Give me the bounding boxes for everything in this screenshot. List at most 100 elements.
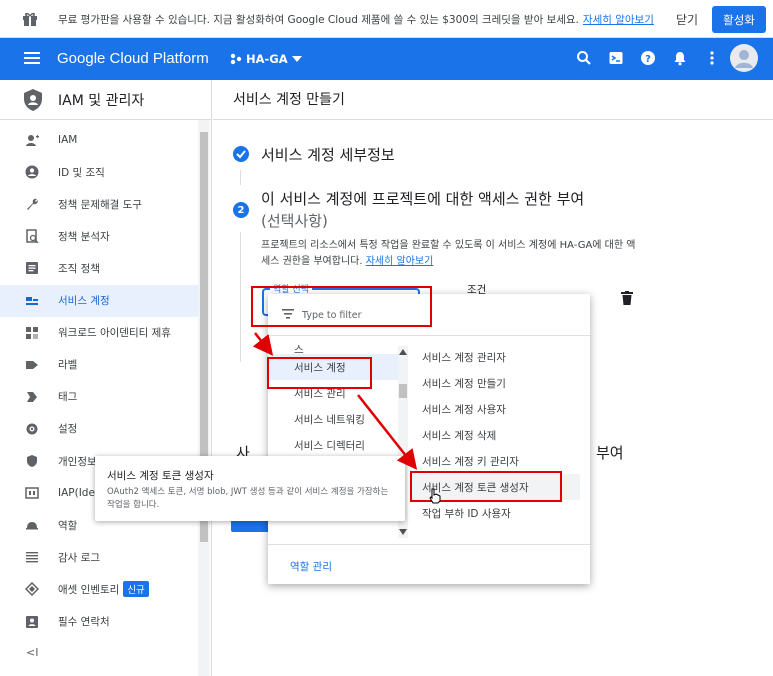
collapse-sidebar-icon[interactable]: <I: [26, 646, 38, 659]
banner-learn-more-link[interactable]: 자세히 알아보기: [583, 14, 654, 26]
gift-icon: [23, 12, 37, 26]
sidebar-item-label: 개인정보: [58, 455, 97, 468]
sidebar-header: IAM 및 관리자: [0, 80, 212, 120]
scroll-down-icon[interactable]: [399, 529, 407, 535]
sidebar-item[interactable]: 정책 문제해결 도구: [0, 188, 198, 220]
lines-icon: [26, 552, 38, 563]
activate-button[interactable]: 활성화: [712, 6, 766, 33]
shield-icon: [24, 89, 42, 111]
sidebar-item-label: IAP(Ider: [58, 487, 100, 500]
cloud-shell-icon[interactable]: [608, 50, 624, 66]
app-bar: Google Cloud Platform HA-GA ?: [0, 38, 773, 80]
sidebar-item-label: ID 및 조직: [58, 166, 105, 179]
sidebar: IAM 및 관리자 IAM ID 및 조직정책 문제해결 도구정책 분석자조직 정…: [0, 80, 212, 676]
stepper-line: [240, 170, 241, 185]
label-icon: [26, 360, 38, 369]
grid-icon: [26, 326, 38, 339]
app-title[interactable]: Google Cloud Platform: [57, 50, 209, 67]
sidebar-item[interactable]: ID 및 조직: [0, 156, 198, 188]
svg-text:?: ?: [645, 54, 651, 65]
shield-icon: [27, 455, 37, 467]
sidebar-item-label: 필수 연락처: [58, 616, 110, 628]
policy-search-icon: [26, 229, 39, 244]
annotation-box-role-select: [251, 286, 432, 327]
project-selector[interactable]: HA-GA: [230, 52, 302, 66]
category-scrollbar-thumb[interactable]: [399, 384, 407, 398]
sidebar-item[interactable]: 설정: [0, 413, 198, 445]
trash-icon[interactable]: [621, 291, 633, 305]
sidebar-item[interactable]: 라벨: [0, 349, 198, 381]
sidebar-item-label: 역할: [58, 519, 78, 532]
banner-close-button[interactable]: 닫기: [676, 11, 698, 28]
sidebar-item[interactable]: IAM: [0, 124, 198, 156]
account-circle-icon: [25, 165, 39, 179]
scroll-up-icon[interactable]: [399, 349, 407, 355]
sidebar-item-label: 워크로드 아이덴티티 제휴: [58, 327, 171, 340]
banner-message: 무료 평가판을 사용할 수 있습니다. 지금 활성화하여 Google Clou…: [58, 14, 654, 26]
role-item[interactable]: 서비스 계정 만들기: [410, 370, 580, 396]
step-1-title: 서비스 계정 세부정보: [261, 146, 395, 164]
role-dropdown-panel: Type to filter 스 서비스 계정 서비스 관리 서비스 네트워킹 서비스 …: [268, 294, 590, 584]
sidebar-item[interactable]: 애셋 인벤토리 신규: [0, 573, 198, 605]
sidebar-item-label: 감사 로그: [58, 551, 100, 564]
step-2-title: 이 서비스 계정에 프로젝트에 대한 액세스 권한 부여: [261, 190, 585, 208]
page-title: 서비스 계정 만들기: [233, 92, 345, 108]
tooltip-description: OAuth2 액세스 토큰, 서명 blob, JWT 생성 등과 같이 서비스…: [107, 487, 389, 510]
sidebar-title: IAM 및 관리자: [58, 93, 145, 109]
role-category-item[interactable]: 서비스 디렉터리: [268, 432, 398, 458]
hat-icon: [26, 522, 38, 530]
sidebar-item[interactable]: 서비스 계정: [0, 284, 198, 317]
obscured-heading-suffix: 부여: [596, 444, 624, 462]
hand-cursor-icon: [429, 488, 441, 504]
tooltip-title: 서비스 계정 토큰 생성자: [107, 470, 214, 482]
list-box-icon: [26, 262, 38, 275]
role-item[interactable]: 서비스 계정 사용자: [410, 396, 580, 422]
step-2-description: 프로젝트의 리소스에서 특정 작업을 완료할 수 있도록 이 서비스 계정에 H…: [261, 240, 636, 267]
step-2-number: 2: [233, 202, 249, 218]
trial-banner: 무료 평가판을 사용할 수 있습니다. 지금 활성화하여 Google Clou…: [0, 0, 773, 38]
diamond-icon: [25, 582, 39, 597]
wrench-icon: [27, 198, 38, 211]
sidebar-item-label: 서비스 계정: [58, 295, 110, 307]
service-account-icon: [26, 296, 38, 305]
sidebar-item[interactable]: 정책 분석자: [0, 220, 198, 252]
tag-icon: [27, 391, 37, 402]
search-icon[interactable]: [576, 50, 592, 66]
new-badge: 신규: [123, 581, 149, 598]
manage-roles-link[interactable]: 역할 관리: [290, 559, 332, 574]
project-dots-icon: [230, 53, 242, 65]
sidebar-item[interactable]: 조직 정책: [0, 252, 198, 284]
role-category-item[interactable]: 서비스 이어져트: [268, 536, 398, 538]
sidebar-item-label: 애셋 인벤토리 신규: [58, 581, 149, 598]
chevron-down-icon: [291, 56, 302, 62]
role-tooltip: 서비스 계정 토큰 생성자 OAuth2 액세스 토큰, 서명 blob, JW…: [95, 456, 405, 521]
role-item[interactable]: 서비스 계정 삭제: [410, 422, 580, 448]
notifications-bell-icon[interactable]: [672, 50, 688, 66]
sidebar-item-label: 정책 문제해결 도구: [58, 198, 142, 211]
sidebar-item-label: IAM: [58, 134, 78, 146]
project-name: HA-GA: [246, 52, 288, 66]
more-vert-icon[interactable]: [704, 50, 720, 66]
manage-roles-footer: 역할 관리: [268, 544, 590, 584]
help-icon[interactable]: ?: [640, 50, 656, 66]
hamburger-menu-icon[interactable]: [24, 51, 40, 65]
sidebar-item[interactable]: 태그: [0, 381, 198, 413]
sidebar-item[interactable]: 필수 연락처: [0, 606, 198, 638]
step-2-optional: (선택사항): [261, 212, 328, 230]
sidebar-item-label: 조직 정책: [58, 262, 100, 275]
person-add-icon: [26, 135, 39, 146]
sidebar-item-label: 라벨: [58, 359, 78, 372]
gear-icon: [26, 423, 38, 435]
sidebar-item[interactable]: 워크로드 아이덴티티 제휴: [0, 317, 198, 349]
iap-icon: [25, 487, 39, 499]
annotation-box-service-account: [267, 357, 372, 389]
sidebar-item[interactable]: 감사 로그: [0, 541, 198, 573]
avatar-icon[interactable]: [730, 44, 758, 72]
stepper-line: [240, 232, 241, 362]
check-circle-icon: [233, 146, 249, 162]
sidebar-item-label: 정책 분석자: [58, 230, 110, 243]
role-item[interactable]: 서비스 계정 관리자: [410, 344, 580, 370]
step-2-learn-more-link[interactable]: 자세히 알아보기: [366, 256, 434, 267]
sidebar-item-label: 설정: [58, 423, 78, 436]
role-category-item[interactable]: 서비스 네트워킹: [268, 406, 398, 432]
